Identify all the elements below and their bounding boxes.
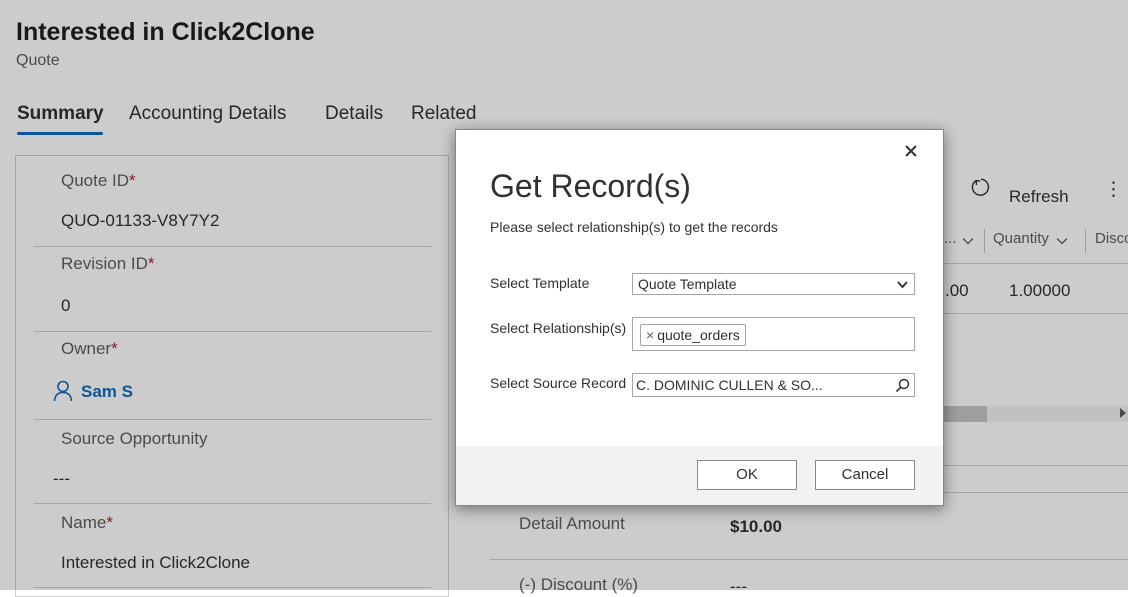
relationship-label: Select Relationship(s)	[490, 320, 627, 336]
remove-tag-icon[interactable]: ×	[646, 327, 654, 343]
get-records-dialog: Get Record(s) Please select relationship…	[455, 129, 944, 506]
dialog-footer: OK Cancel	[456, 446, 943, 505]
template-select[interactable]: Quote Template	[632, 273, 915, 295]
source-record-value: C. DOMINIC CULLEN & SO...	[636, 377, 823, 393]
dialog-subtitle: Please select relationship(s) to get the…	[490, 219, 778, 235]
chevron-down-icon[interactable]	[897, 279, 908, 290]
relationship-tag: × quote_orders	[640, 324, 746, 346]
search-icon[interactable]	[895, 378, 910, 393]
close-icon[interactable]	[900, 140, 922, 162]
ok-button[interactable]: OK	[697, 460, 797, 490]
dialog-title: Get Record(s)	[490, 168, 691, 204]
cancel-button[interactable]: Cancel	[815, 460, 915, 490]
relationship-tag-label: quote_orders	[657, 327, 740, 343]
source-record-label: Select Source Record	[490, 375, 627, 391]
template-label: Select Template	[490, 275, 590, 291]
template-select-value: Quote Template	[638, 276, 737, 292]
relationship-multiselect[interactable]: × quote_orders	[632, 317, 915, 351]
source-record-lookup[interactable]: C. DOMINIC CULLEN & SO...	[632, 373, 915, 397]
